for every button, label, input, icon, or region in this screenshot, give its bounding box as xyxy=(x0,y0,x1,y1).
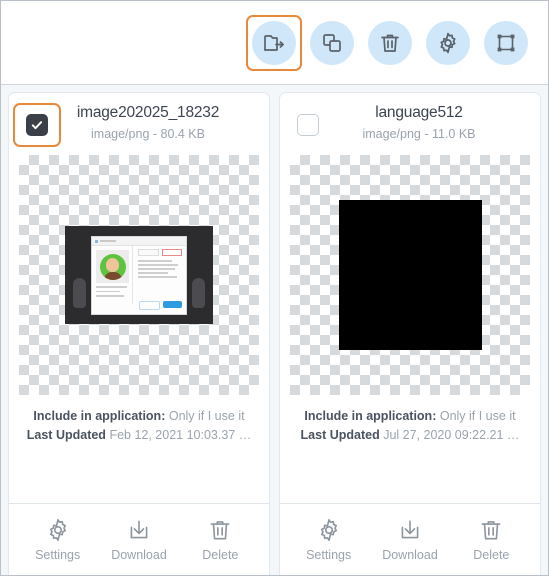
thumb-tab-active xyxy=(161,249,182,256)
check-icon xyxy=(30,118,44,132)
download-icon xyxy=(126,517,152,543)
thumb-left-figure xyxy=(73,278,86,308)
toolbar-item-settings[interactable] xyxy=(420,15,476,71)
trash-icon xyxy=(478,517,504,543)
thumb-text-line xyxy=(138,276,177,278)
thumb-tab xyxy=(138,249,159,256)
thumb-avatar-box xyxy=(96,250,129,283)
include-in-application-value: Only if I use it xyxy=(168,409,245,423)
delete-label: Delete xyxy=(473,548,510,562)
duplicate-button[interactable] xyxy=(310,20,354,65)
select-checkbox-container[interactable] xyxy=(13,103,61,147)
trash-icon xyxy=(378,31,402,55)
file-type-size: image/png - 11.0 KB xyxy=(362,127,476,141)
last-updated-value: Jul 27, 2020 09:22.21 … xyxy=(383,428,520,442)
card-settings-action[interactable]: Settings xyxy=(292,517,366,562)
card-header: language512 image/png - 11.0 KB xyxy=(280,93,540,149)
transparency-checkerboard[interactable] xyxy=(19,155,259,395)
toolbar-item-transform[interactable] xyxy=(478,15,534,71)
top-toolbar xyxy=(1,1,548,85)
thumb-dialog-titlebar xyxy=(92,237,186,246)
card-title-block: image202025_18232 image/png - 80.4 KB xyxy=(61,103,259,143)
thumb-dialog-left-pane xyxy=(92,246,132,304)
last-updated-value: Feb 12, 2021 10:03.37 … xyxy=(109,428,252,442)
include-in-application-label: Include in application: xyxy=(33,409,166,423)
card-info: Include in application: Only if I use it… xyxy=(280,395,540,503)
card-action-bar: Settings Download Delete xyxy=(280,503,540,575)
download-label: Download xyxy=(111,548,167,562)
thumb-text-line xyxy=(138,268,175,270)
card-download-action[interactable]: Download xyxy=(102,517,176,562)
delete-label: Delete xyxy=(202,548,239,562)
include-in-application-row: Include in application: Only if I use it xyxy=(17,407,261,426)
include-in-application-value: Only if I use it xyxy=(439,409,516,423)
file-type-size: image/png - 80.4 KB xyxy=(91,127,205,141)
card-title-block: language512 image/png - 11.0 KB xyxy=(332,103,530,143)
gear-icon xyxy=(316,517,342,543)
card-delete-action[interactable]: Delete xyxy=(454,517,528,562)
select-checkbox-container[interactable] xyxy=(284,103,332,147)
thumb-dialog-body xyxy=(92,246,186,304)
transparency-checkerboard[interactable] xyxy=(290,155,530,395)
card-header: image202025_18232 image/png - 80.4 KB xyxy=(9,93,269,149)
toolbar-item-delete[interactable] xyxy=(362,15,418,71)
thumb-dialog xyxy=(91,236,187,315)
download-label: Download xyxy=(382,548,438,562)
settings-button[interactable] xyxy=(426,20,470,65)
thumb-dialog-footer xyxy=(139,301,182,310)
transform-button[interactable] xyxy=(484,20,528,65)
asset-card[interactable]: language512 image/png - 11.0 KB Include … xyxy=(279,92,541,575)
select-checkbox[interactable] xyxy=(26,114,48,136)
card-settings-action[interactable]: Settings xyxy=(21,517,95,562)
thumb-text-line xyxy=(96,286,127,288)
card-delete-action[interactable]: Delete xyxy=(183,517,257,562)
thumb-text-line xyxy=(138,272,168,274)
last-updated-row: Last Updated Jul 27, 2020 09:22.21 … xyxy=(288,426,532,445)
last-updated-label: Last Updated xyxy=(26,428,106,442)
delete-button[interactable] xyxy=(368,20,412,65)
copy-icon xyxy=(320,31,344,55)
image-preview-thumbnail xyxy=(65,226,213,324)
thumb-tab-strip xyxy=(138,249,182,256)
asset-manager-window: image202025_18232 image/png - 80.4 KB In… xyxy=(0,0,549,576)
include-in-application-label: Include in application: xyxy=(304,409,437,423)
image-preview-thumbnail xyxy=(338,200,482,350)
last-updated-label: Last Updated xyxy=(300,428,380,442)
file-name: language512 xyxy=(375,104,463,121)
card-download-action[interactable]: Download xyxy=(373,517,447,562)
thumb-ok-button xyxy=(163,301,182,308)
thumb-right-figure xyxy=(192,278,205,308)
settings-label: Settings xyxy=(35,548,81,562)
include-in-application-row: Include in application: Only if I use it xyxy=(288,407,532,426)
asset-card[interactable]: image202025_18232 image/png - 80.4 KB In… xyxy=(8,92,270,575)
gear-icon xyxy=(45,517,71,543)
thumb-text-line xyxy=(138,264,178,266)
thumb-cancel-button xyxy=(139,301,160,310)
select-checkbox[interactable] xyxy=(297,114,319,136)
trash-icon xyxy=(207,517,233,543)
thumb-text-line xyxy=(96,290,120,292)
toolbar-item-export-folder[interactable] xyxy=(246,14,302,71)
asset-card-list: image202025_18232 image/png - 80.4 KB In… xyxy=(1,85,548,575)
settings-label: Settings xyxy=(306,548,352,562)
transform-handles-icon xyxy=(494,31,518,55)
download-icon xyxy=(397,517,423,543)
thumb-dialog-right-pane xyxy=(132,246,186,304)
toolbar-item-duplicate[interactable] xyxy=(304,15,360,71)
card-info: Include in application: Only if I use it… xyxy=(9,395,269,503)
avatar xyxy=(99,253,126,280)
last-updated-row: Last Updated Feb 12, 2021 10:03.37 … xyxy=(17,426,261,445)
thumb-text-line xyxy=(96,295,124,297)
export-folder-button[interactable] xyxy=(252,20,296,65)
thumb-text-line xyxy=(138,260,172,262)
folder-export-icon xyxy=(262,31,286,55)
preview-container xyxy=(280,149,540,395)
preview-container xyxy=(9,149,269,395)
file-name: image202025_18232 xyxy=(76,104,220,121)
card-action-bar: Settings Download Delete xyxy=(9,503,269,575)
gear-icon xyxy=(436,31,460,55)
